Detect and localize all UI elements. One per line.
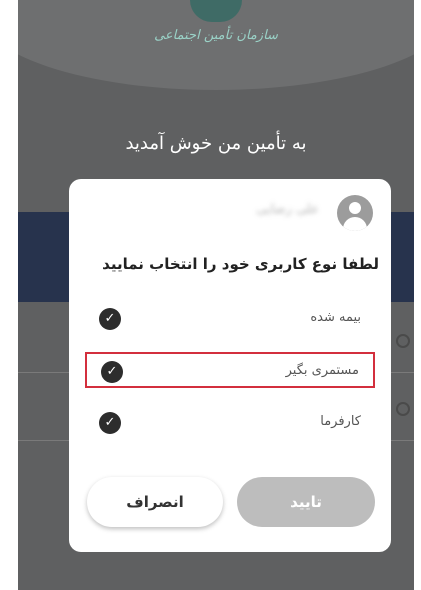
username: علی رضایی <box>256 202 319 217</box>
option-label: کارفرما <box>320 414 361 429</box>
avatar-body <box>343 217 367 231</box>
option-pensioner[interactable]: مستمری بگیر ✓ <box>85 352 375 388</box>
app-screen: سازمان تأمین اجتماعی به تأمین من خوش آمد… <box>18 0 414 590</box>
option-label: بیمه شده <box>310 310 361 325</box>
option-insured[interactable]: بیمه شده ✓ <box>85 301 375 337</box>
background-chevron-icon <box>396 334 410 348</box>
check-circle-icon: ✓ <box>99 412 121 434</box>
check-circle-icon: ✓ <box>99 308 121 330</box>
user-type-dialog: علی رضایی لطفا نوع کاربری خود را انتخاب … <box>69 179 391 552</box>
option-employer[interactable]: کارفرما ✓ <box>85 405 375 441</box>
cancel-button[interactable]: انصراف <box>87 477 223 527</box>
welcome-title: به تأمین من خوش آمدید <box>125 133 307 154</box>
confirm-button[interactable]: تایید <box>237 477 375 527</box>
background-chevron-icon <box>396 402 410 416</box>
screenshot-frame: سازمان تأمین اجتماعی به تأمین من خوش آمد… <box>0 0 421 590</box>
avatar-icon <box>337 195 373 231</box>
option-label: مستمری بگیر <box>285 363 359 378</box>
dialog-prompt: لطفا نوع کاربری خود را انتخاب نمایید <box>102 255 379 273</box>
org-name: سازمان تأمین اجتماعی <box>154 28 278 43</box>
check-circle-icon: ✓ <box>101 361 123 383</box>
avatar-head <box>349 202 361 214</box>
